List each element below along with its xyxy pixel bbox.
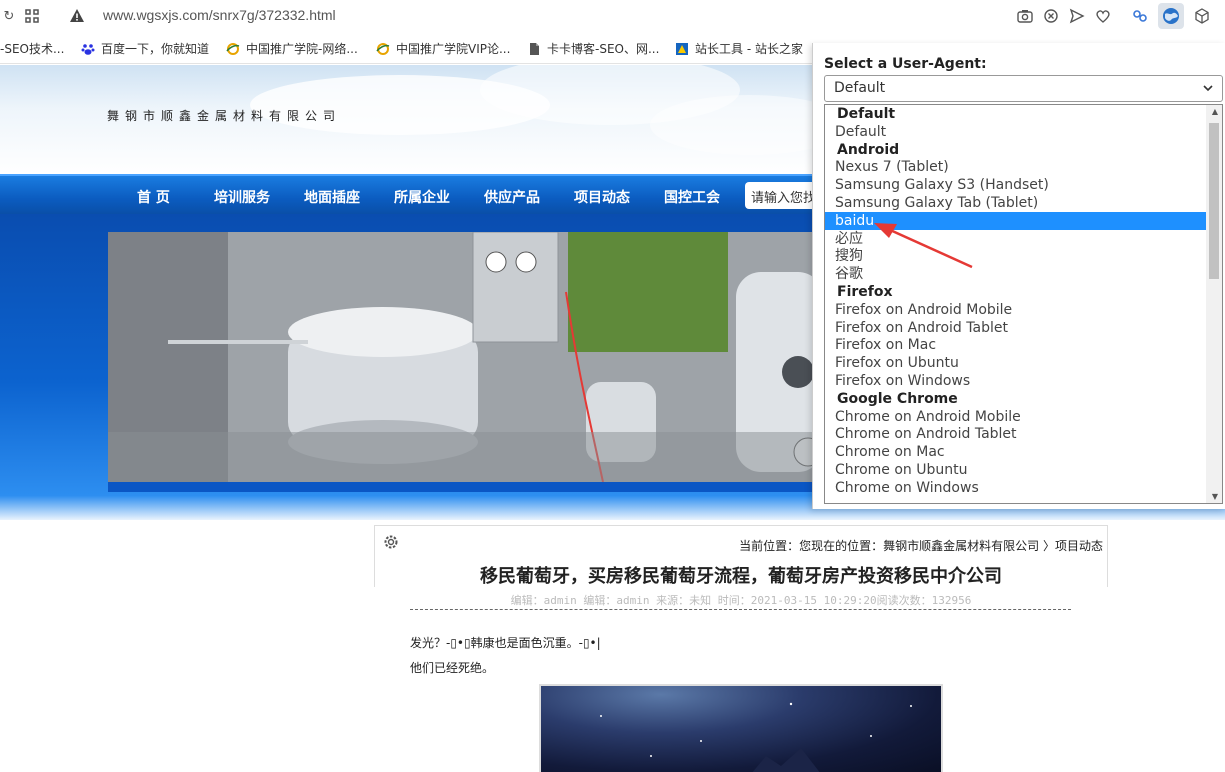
article-paragraph: 他们已经死绝。 <box>410 661 495 675</box>
globe-icon[interactable] <box>1162 7 1180 25</box>
chevron-down-icon <box>1202 79 1214 100</box>
ua-option[interactable]: Default <box>825 123 1206 141</box>
bookmark-item[interactable]: 卡卡博客-SEO、网... <box>527 40 659 57</box>
nav-projects[interactable]: 项目动态 <box>574 187 630 207</box>
ua-select-label: Select a User-Agent: <box>824 56 987 72</box>
block-icon[interactable] <box>1042 7 1060 25</box>
article-paragraph: 发光？-▯•▯韩康也是面色沉重。-▯•| <box>410 636 601 650</box>
bookmark-item[interactable]: 百度一下，你就知道 <box>81 40 209 57</box>
company-name: 舞钢市顺鑫金属材料有限公司 <box>107 109 342 123</box>
ua-options-list[interactable]: Chrome on Windows Chrome on Ubuntu Chrome … <box>824 104 1223 504</box>
reload-icon[interactable]: ↻ <box>0 7 18 25</box>
ua-option[interactable]: Chrome on Ubuntu <box>825 461 1206 479</box>
nav-home[interactable]: 首 页 <box>137 187 170 207</box>
nav-floor-socket[interactable]: 地面插座 <box>304 187 360 207</box>
article-meta: 编辑：admin 编辑：admin 来源：未知 时间：2021-03-15 10… <box>510 594 972 607</box>
gear-icon <box>382 533 400 551</box>
ua-option[interactable]: Firefox on Mac <box>825 336 1206 354</box>
ua-select[interactable]: Default <box>824 75 1223 102</box>
scrollbar-thumb[interactable] <box>1209 123 1219 279</box>
ua-option[interactable]: 谷歌 <box>825 265 1206 283</box>
ua-option[interactable]: Firefox on Android Tablet <box>825 319 1206 337</box>
camera-icon[interactable] <box>1016 7 1034 25</box>
chinaz-icon <box>676 42 688 55</box>
scroll-down-icon[interactable]: ▼ <box>1212 492 1218 501</box>
ie-icon <box>376 42 390 55</box>
ua-option[interactable]: Firefox on Windows <box>825 372 1206 390</box>
ua-option[interactable]: Nexus 7 (Tablet) <box>825 158 1206 176</box>
breadcrumb: 当前位置：您现在的位置：舞钢市顺鑫金属材料有限公司 〉项目动态 <box>739 539 1103 553</box>
nav-enterprise[interactable]: 所属企业 <box>394 187 450 207</box>
address-bar: ↻ www.wgsxjs.com/snrx7g/372332.html <box>0 0 1225 33</box>
ua-option-group: Google Chrome <box>837 390 958 407</box>
warning-icon[interactable] <box>68 7 86 25</box>
ua-option[interactable]: Samsung Galaxy S3 (Handset) <box>825 176 1206 194</box>
scrollbar[interactable]: ▲ ▼ <box>1206 105 1222 503</box>
url-text[interactable]: www.wgsxjs.com/snrx7g/372332.html <box>103 7 336 23</box>
ua-option-group: Android <box>837 141 900 158</box>
equipment-illustration <box>108 232 823 482</box>
bookmark-item[interactable]: -SEO技术... <box>0 40 64 57</box>
document-icon <box>530 42 539 55</box>
baidu-paw-icon <box>81 43 95 55</box>
ua-select-value: Default <box>834 80 886 96</box>
ua-option-group: Default <box>837 106 896 122</box>
ua-option[interactable]: 搜狗 <box>825 247 1206 265</box>
heart-icon[interactable] <box>1094 7 1112 25</box>
ua-option[interactable]: Chrome on Windows <box>825 479 1206 497</box>
ua-option[interactable]: Chrome on Android Tablet <box>825 425 1206 443</box>
send-icon[interactable] <box>1068 7 1086 25</box>
nav-training[interactable]: 培训服务 <box>214 187 270 207</box>
ua-option[interactable]: Firefox on Ubuntu <box>825 354 1206 372</box>
ua-option[interactable]: baidu <box>825 211 1206 230</box>
bookmark-item[interactable]: 中国推广学院VIP论... <box>376 40 510 57</box>
article-image <box>539 684 943 772</box>
user-agent-popup: Select a User-Agent: Default Chrome on W… <box>812 43 1225 509</box>
ie-icon <box>226 42 240 55</box>
divider <box>410 609 1071 610</box>
nav-union[interactable]: 国控工会 <box>664 187 720 207</box>
ua-option-group: Firefox <box>837 284 893 300</box>
scroll-up-icon[interactable]: ▲ <box>1212 107 1218 116</box>
ua-option[interactable]: 必应 <box>825 230 1206 248</box>
article-title: 移民葡萄牙，买房移民葡萄牙流程，葡萄牙房产投资移民中介公司 <box>480 566 1002 587</box>
link-extension-icon[interactable] <box>1131 7 1149 25</box>
banner-strip <box>108 482 823 492</box>
nav-products[interactable]: 供应产品 <box>484 187 540 207</box>
ua-option[interactable]: Samsung Galaxy Tab (Tablet) <box>825 194 1206 212</box>
cube-icon[interactable] <box>1193 7 1211 25</box>
apps-grid-icon[interactable] <box>23 7 41 25</box>
bookmark-item[interactable]: 站长工具 - 站长之家 <box>675 40 803 57</box>
banner-image <box>108 232 823 482</box>
ua-option[interactable]: Firefox on Android Mobile <box>825 301 1206 319</box>
bookmark-item[interactable]: 中国推广学院-网络... <box>226 40 358 57</box>
ua-option[interactable]: Chrome on Mac <box>825 443 1206 461</box>
ua-option[interactable]: Chrome on Android Mobile <box>825 408 1206 426</box>
